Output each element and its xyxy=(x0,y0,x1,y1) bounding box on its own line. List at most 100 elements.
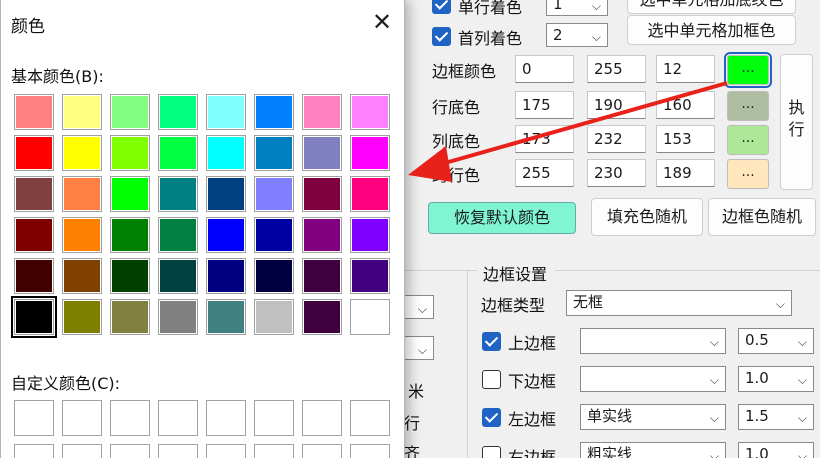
first-col-color-checkbox[interactable] xyxy=(432,27,451,46)
border-type-select[interactable]: 无框 ⌵ xyxy=(566,290,792,316)
basic-color-swatch[interactable] xyxy=(206,217,246,253)
custom-color-swatch[interactable] xyxy=(110,444,150,458)
custom-color-swatch[interactable] xyxy=(302,444,342,458)
basic-color-swatch[interactable] xyxy=(254,217,294,253)
custom-color-swatch[interactable] xyxy=(62,400,102,436)
color-row-g-input[interactable]: 232 xyxy=(587,125,646,153)
color-picker-button[interactable]: ... xyxy=(727,159,769,189)
basic-color-swatch[interactable] xyxy=(254,94,294,130)
color-picker-button[interactable]: ... xyxy=(727,91,769,121)
custom-color-swatch[interactable] xyxy=(62,444,102,458)
custom-color-swatch[interactable] xyxy=(254,400,294,436)
color-row-g-input[interactable]: 230 xyxy=(587,159,646,187)
color-row-b-input[interactable]: 160 xyxy=(656,91,715,119)
basic-color-swatch[interactable] xyxy=(110,217,150,253)
basic-color-swatch[interactable] xyxy=(110,94,150,130)
color-row-r-input[interactable]: 175 xyxy=(515,91,574,119)
color-picker-button[interactable]: ... xyxy=(727,125,769,155)
custom-color-swatch[interactable] xyxy=(158,444,198,458)
basic-color-swatch[interactable] xyxy=(302,176,342,212)
basic-color-swatch[interactable] xyxy=(350,94,390,130)
border-style-select[interactable]: ⌵ xyxy=(580,328,726,354)
basic-color-swatch[interactable] xyxy=(254,299,294,335)
basic-color-swatch[interactable] xyxy=(254,258,294,294)
basic-color-swatch[interactable] xyxy=(302,258,342,294)
basic-color-swatch[interactable] xyxy=(254,135,294,171)
basic-color-swatch[interactable] xyxy=(302,94,342,130)
basic-color-swatch[interactable] xyxy=(110,135,150,171)
border-width-select[interactable]: 1.5 ⌵ xyxy=(738,404,814,430)
color-row-g-input[interactable]: 255 xyxy=(587,55,646,83)
restore-default-colors-button[interactable]: 恢复默认颜色 xyxy=(428,202,576,234)
border-side-checkbox[interactable] xyxy=(482,446,501,458)
custom-color-swatch[interactable] xyxy=(350,400,390,436)
border-side-checkbox[interactable] xyxy=(482,370,501,389)
color-row-g-input[interactable]: 190 xyxy=(587,91,646,119)
basic-color-swatch[interactable] xyxy=(110,299,150,335)
custom-color-swatch[interactable] xyxy=(158,400,198,436)
custom-color-swatch[interactable] xyxy=(14,444,54,458)
basic-color-swatch[interactable] xyxy=(206,258,246,294)
border-color-random-button[interactable]: 边框色随机 xyxy=(708,198,816,236)
border-width-select[interactable]: 1.0 ⌵ xyxy=(738,366,814,392)
border-side-checkbox[interactable] xyxy=(482,408,501,427)
basic-color-swatch[interactable] xyxy=(158,94,198,130)
basic-color-swatch[interactable] xyxy=(206,176,246,212)
basic-color-swatch[interactable] xyxy=(206,135,246,171)
basic-color-swatch[interactable] xyxy=(14,176,54,212)
basic-color-swatch[interactable] xyxy=(14,258,54,294)
close-icon[interactable]: ✕ xyxy=(367,7,397,37)
basic-color-swatch[interactable] xyxy=(62,299,102,335)
basic-color-swatch[interactable] xyxy=(350,135,390,171)
basic-color-swatch[interactable] xyxy=(158,176,198,212)
basic-color-swatch[interactable] xyxy=(14,94,54,130)
custom-color-swatch[interactable] xyxy=(254,444,294,458)
custom-color-swatch[interactable] xyxy=(14,400,54,436)
border-width-select[interactable]: 0.5 ⌵ xyxy=(738,328,814,354)
basic-color-swatch[interactable] xyxy=(158,217,198,253)
basic-color-swatch[interactable] xyxy=(14,135,54,171)
basic-color-swatch[interactable] xyxy=(350,258,390,294)
fill-color-random-button[interactable]: 填充色随机 xyxy=(591,198,703,236)
basic-color-swatch[interactable] xyxy=(158,135,198,171)
color-row-b-input[interactable]: 189 xyxy=(656,159,715,187)
single-row-color-checkbox[interactable] xyxy=(432,0,451,14)
basic-color-swatch[interactable] xyxy=(254,176,294,212)
basic-color-swatch[interactable] xyxy=(62,217,102,253)
color-row-r-input[interactable]: 0 xyxy=(515,55,574,83)
color-row-b-input[interactable]: 12 xyxy=(656,55,715,83)
basic-color-swatch[interactable] xyxy=(62,258,102,294)
color-row-r-input[interactable]: 173 xyxy=(515,125,574,153)
border-style-select[interactable]: 粗实线 ⌵ xyxy=(580,442,726,458)
custom-color-swatch[interactable] xyxy=(206,444,246,458)
execute-button[interactable]: 执 行 xyxy=(780,54,813,190)
basic-color-swatch[interactable] xyxy=(206,299,246,335)
basic-color-swatch[interactable] xyxy=(11,296,57,338)
color-picker-button[interactable]: ... xyxy=(724,52,772,88)
first-col-select[interactable]: 2 ⌵ xyxy=(546,23,608,47)
shade-selected-cells-button[interactable]: 选中单元格加底纹色 xyxy=(627,0,796,14)
custom-color-swatch[interactable] xyxy=(350,444,390,458)
basic-color-swatch[interactable] xyxy=(350,176,390,212)
custom-color-swatch[interactable] xyxy=(206,400,246,436)
color-row-r-input[interactable]: 255 xyxy=(515,159,574,187)
border-width-select[interactable]: 1.0 ⌵ xyxy=(738,442,814,458)
single-row-select[interactable]: 1 ⌵ xyxy=(546,0,608,16)
basic-color-swatch[interactable] xyxy=(158,299,198,335)
border-style-select[interactable]: 单实线 ⌵ xyxy=(580,404,726,430)
basic-color-swatch[interactable] xyxy=(206,94,246,130)
add-border-selected-cells-button[interactable]: 选中单元格加框色 xyxy=(627,15,796,45)
basic-color-swatch[interactable] xyxy=(110,258,150,294)
custom-color-swatch[interactable] xyxy=(302,400,342,436)
basic-color-swatch[interactable] xyxy=(302,299,342,335)
basic-color-swatch[interactable] xyxy=(350,299,390,335)
basic-color-swatch[interactable] xyxy=(302,217,342,253)
basic-color-swatch[interactable] xyxy=(110,176,150,212)
basic-color-swatch[interactable] xyxy=(62,176,102,212)
border-style-select[interactable]: ⌵ xyxy=(580,366,726,392)
basic-color-swatch[interactable] xyxy=(62,94,102,130)
basic-color-swatch[interactable] xyxy=(302,135,342,171)
basic-color-swatch[interactable] xyxy=(62,135,102,171)
color-row-b-input[interactable]: 153 xyxy=(656,125,715,153)
basic-color-swatch[interactable] xyxy=(350,217,390,253)
